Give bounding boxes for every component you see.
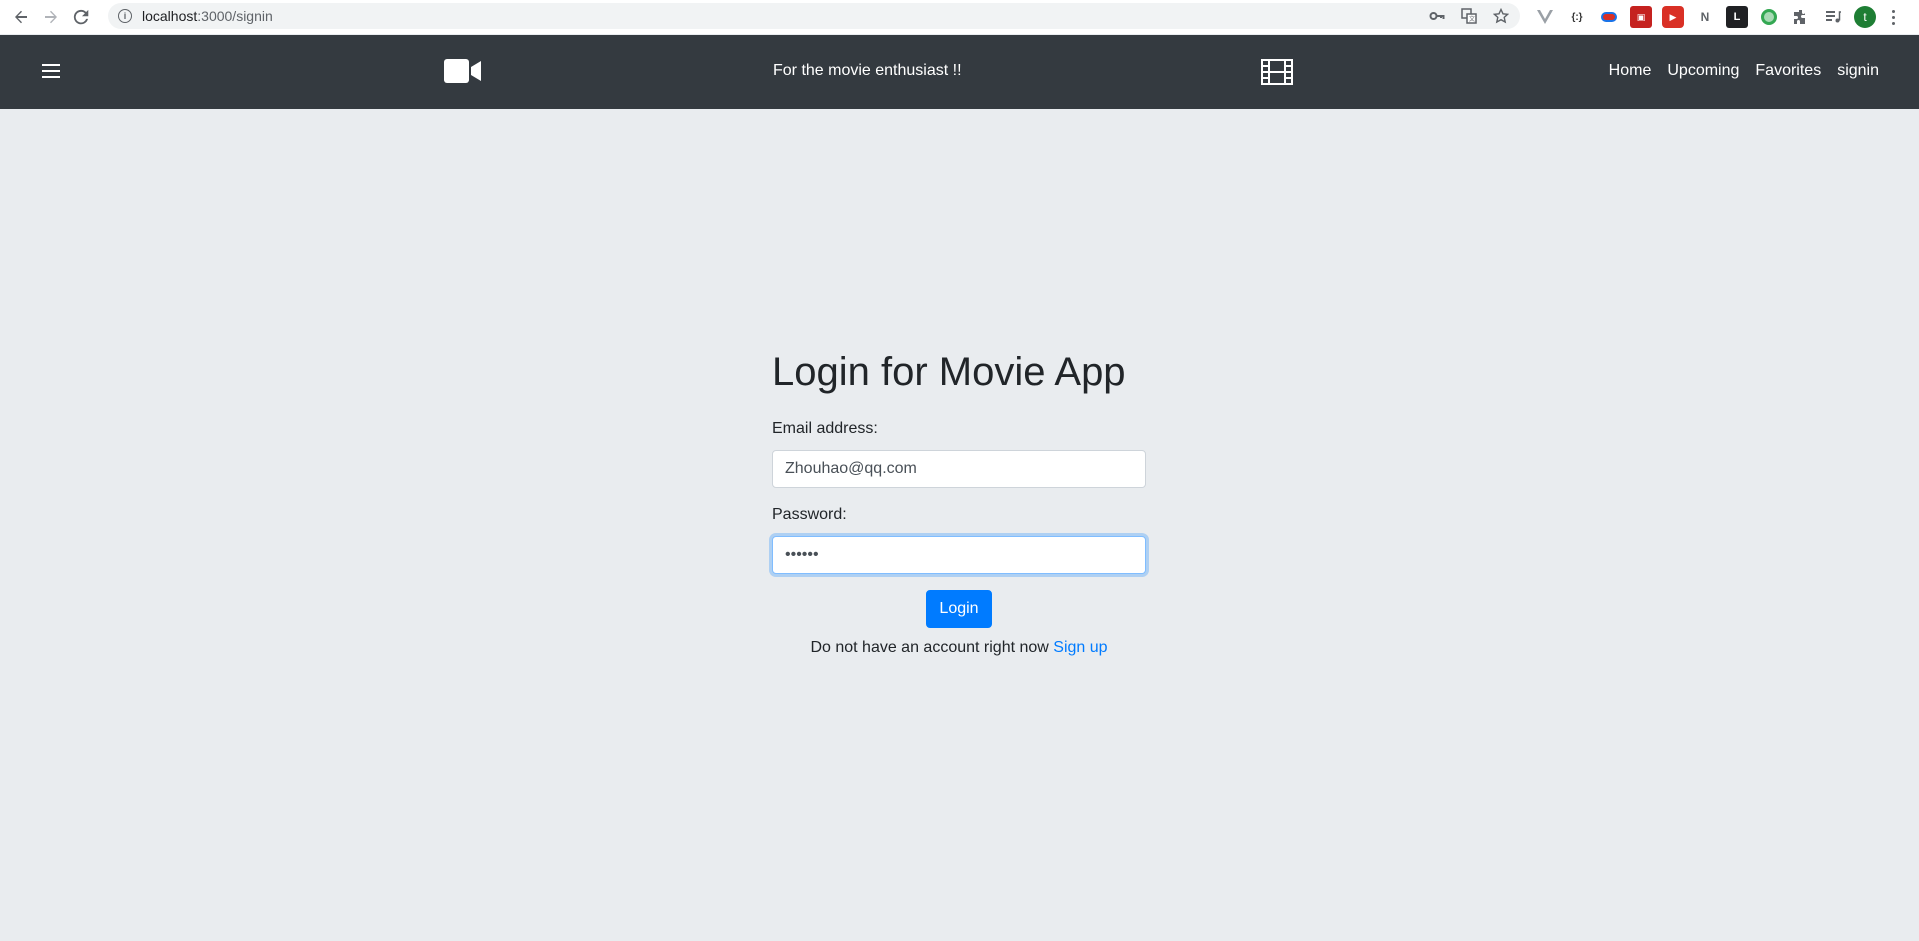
film-icon xyxy=(1261,59,1293,85)
signup-prompt: Do not have an account right now Sign up xyxy=(772,639,1146,657)
login-button[interactable]: Login xyxy=(926,590,992,628)
extensions-bar: {:} ▣ ▶ N L t xyxy=(1534,6,1900,28)
url-text: localhost:3000/signin xyxy=(142,8,273,24)
navbar-tagline: For the movie enthusiast !! xyxy=(773,62,962,79)
site-info-icon[interactable]: i xyxy=(118,9,132,23)
signup-prompt-text: Do not have an account right now xyxy=(810,639,1049,656)
address-bar[interactable]: i localhost:3000/signin 文 xyxy=(108,3,1520,29)
vue-devtools-icon[interactable] xyxy=(1534,6,1556,28)
reading-list-icon[interactable] xyxy=(1822,6,1844,28)
video-camera-icon xyxy=(444,59,481,83)
puzzle-icon[interactable] xyxy=(1790,6,1812,28)
nav-favorites-link[interactable]: Favorites xyxy=(1755,62,1821,80)
app-navbar: For the movie enthusiast !! Home Upcomin… xyxy=(0,35,1919,109)
ext-red-icon[interactable]: ▣ xyxy=(1630,6,1652,28)
page-title: Login for Movie App xyxy=(772,350,1126,394)
nav-signin-link[interactable]: signin xyxy=(1837,62,1879,80)
password-label: Password: xyxy=(772,506,847,523)
ext-n-icon[interactable]: N xyxy=(1694,6,1716,28)
json-icon[interactable]: {:} xyxy=(1566,6,1588,28)
translate-icon[interactable]: 文 xyxy=(1460,7,1478,25)
nav-upcoming-link[interactable]: Upcoming xyxy=(1667,62,1739,80)
forward-icon[interactable] xyxy=(40,6,62,28)
svg-text:文: 文 xyxy=(1469,15,1475,23)
ext-l-icon[interactable]: L xyxy=(1726,6,1748,28)
login-form: Login for Movie App Email address: Passw… xyxy=(772,346,1146,656)
nav-home-link[interactable]: Home xyxy=(1609,62,1652,80)
bookmark-star-icon[interactable] xyxy=(1492,7,1510,25)
ext-circle-icon[interactable] xyxy=(1758,6,1780,28)
browser-menu-icon[interactable] xyxy=(1886,6,1900,28)
browser-toolbar: i localhost:3000/signin 文 {:} ▣ ▶ N L t xyxy=(0,0,1919,34)
hamburger-menu-icon[interactable] xyxy=(42,64,60,78)
email-field[interactable] xyxy=(772,450,1146,488)
ext-play-icon[interactable]: ▶ xyxy=(1662,6,1684,28)
nav-links: Home Upcoming Favorites signin xyxy=(1609,62,1879,80)
back-icon[interactable] xyxy=(10,6,32,28)
signup-link[interactable]: Sign up xyxy=(1053,639,1107,656)
reload-icon[interactable] xyxy=(70,6,92,28)
profile-avatar[interactable]: t xyxy=(1854,6,1876,28)
key-icon[interactable] xyxy=(1428,7,1446,25)
ext-blue-icon[interactable] xyxy=(1598,6,1620,28)
password-field[interactable] xyxy=(772,536,1146,574)
email-label: Email address: xyxy=(772,420,878,437)
